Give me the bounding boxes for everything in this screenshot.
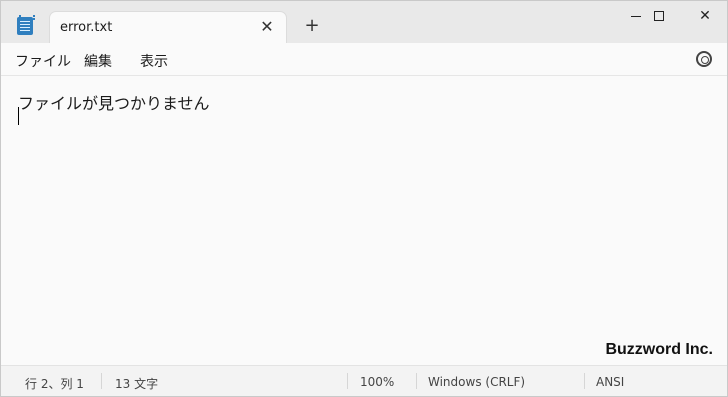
- menu-file[interactable]: ファイル: [15, 51, 71, 71]
- gear-icon[interactable]: [696, 51, 712, 67]
- close-window-button[interactable]: ✕: [682, 5, 728, 27]
- status-cursor-position: 行 2、列 1: [25, 377, 84, 391]
- watermark: Buzzword Inc.: [605, 341, 713, 358]
- new-tab-button[interactable]: +: [303, 17, 321, 35]
- tab-error-txt[interactable]: error.txt ✕: [49, 11, 287, 43]
- notepad-icon: [17, 15, 35, 35]
- status-bar: 行 2、列 1 13 文字 100% Windows (CRLF) ANSI: [1, 365, 727, 396]
- status-divider: [101, 373, 102, 389]
- maximize-icon: [654, 11, 664, 21]
- menu-bar: ファイル 編集 表示: [1, 43, 727, 76]
- menu-edit[interactable]: 編集: [84, 51, 112, 71]
- tab-title: error.txt: [60, 20, 113, 35]
- text-editor-area[interactable]: ファイルが見つかりません Buzzword Inc.: [1, 77, 727, 365]
- status-divider: [347, 373, 348, 389]
- text-caret: [18, 107, 19, 125]
- maximize-button[interactable]: [636, 5, 682, 27]
- notepad-window: error.txt ✕ + ✕ ファイル 編集 表示 ファイルが見つかりません …: [0, 0, 728, 397]
- status-divider: [584, 373, 585, 389]
- title-bar[interactable]: error.txt ✕ + ✕: [1, 1, 727, 43]
- menu-view[interactable]: 表示: [140, 51, 168, 71]
- status-encoding[interactable]: ANSI: [596, 375, 624, 389]
- status-line-ending[interactable]: Windows (CRLF): [428, 375, 525, 389]
- status-divider: [416, 373, 417, 389]
- tab-close-icon[interactable]: ✕: [258, 18, 276, 36]
- editor-line-1: ファイルが見つかりません: [18, 94, 210, 113]
- status-zoom[interactable]: 100%: [360, 375, 394, 389]
- status-char-count: 13 文字: [115, 377, 159, 391]
